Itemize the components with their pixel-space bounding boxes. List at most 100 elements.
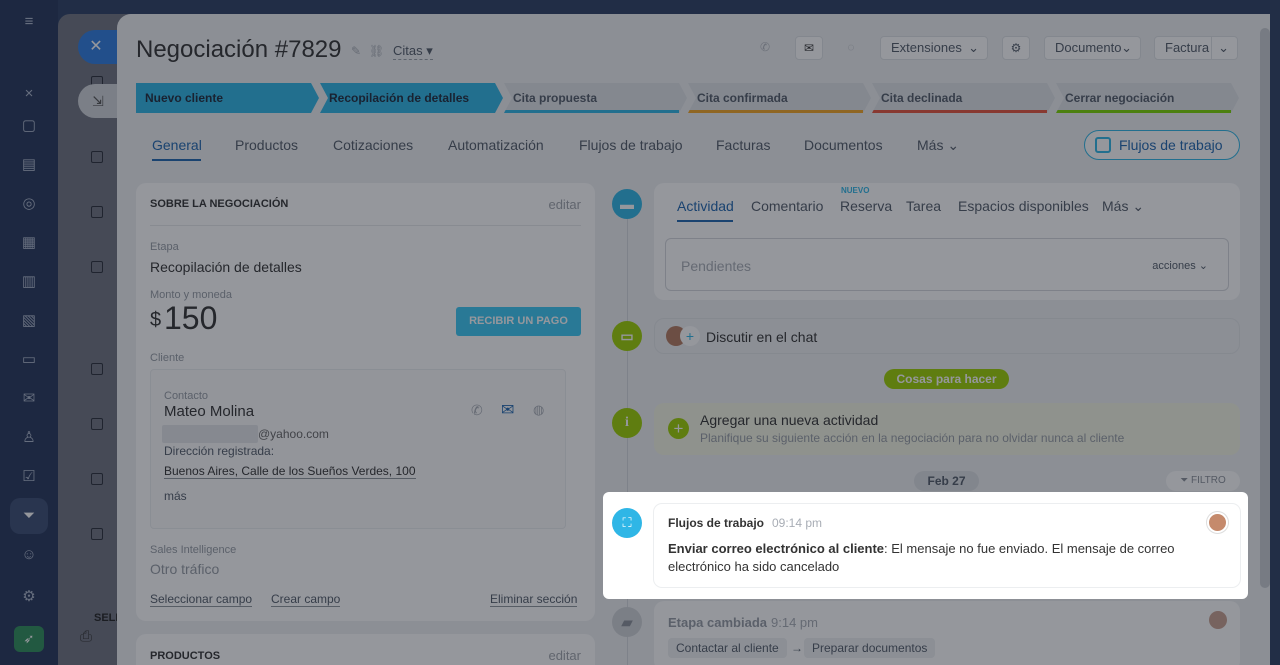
address-link[interactable]: Buenos Aires, Calle de los Sueños Verdes… [164, 464, 416, 479]
tab-cotizaciones[interactable]: Cotizaciones [333, 137, 413, 153]
extensions-button[interactable]: Extensiones ⌄ [880, 36, 988, 60]
stage-label: Cita declinada [881, 91, 963, 105]
chat-icon[interactable]: ◍ [533, 402, 544, 418]
add-activity-card[interactable]: + Agregar una nueva actividad Planifique… [654, 403, 1240, 455]
select-field-link[interactable]: Seleccionar campo [150, 592, 253, 607]
row-checkbox[interactable] [91, 151, 103, 163]
stage-label: Nuevo cliente [145, 91, 224, 105]
stage-recopilacion[interactable]: Recopilación de detalles [320, 83, 503, 113]
mail-icon[interactable]: ✉ [19, 389, 39, 409]
receive-payment-button[interactable]: RECIBIR UN PAGO [456, 307, 581, 336]
workflows-label: Flujos de trabajo [1119, 137, 1223, 153]
mail-icon[interactable]: ✉ [501, 400, 514, 420]
extensions-label: Extensiones [891, 40, 962, 55]
target-icon[interactable]: ◎ [19, 194, 39, 214]
contacts-icon[interactable]: ♙ [19, 428, 39, 448]
stage-label: Etapa [150, 241, 179, 253]
rocket-icon[interactable]: ➶ [14, 626, 44, 652]
edit-link[interactable]: editar [548, 197, 581, 212]
stage-cita-declinada[interactable]: Cita declinada [872, 83, 1055, 113]
close-icon[interactable]: × [19, 84, 39, 104]
close-slider-button[interactable]: ✕ [78, 30, 118, 64]
minimize-slider-button[interactable]: ⇲ [78, 84, 118, 118]
calendar-icon[interactable]: ▦ [19, 233, 39, 253]
mail-icon[interactable]: ✉ [795, 36, 823, 60]
contact-box: Contacto Mateo Molina ✆ ✉ ◍ @yahoo.com D… [150, 369, 566, 529]
contact-label: Contacto [164, 390, 209, 402]
edit-pencil-icon[interactable]: ✎ [351, 44, 361, 58]
chat-icon[interactable]: ▢ [19, 116, 39, 136]
highlight-frame: ⛶ Flujos de trabajo 09:14 pm Enviar corr… [603, 492, 1248, 599]
print-icon[interactable]: ⎙ [80, 628, 92, 645]
robot-icon[interactable]: ☺ [19, 545, 39, 565]
add-user-icon[interactable]: + [680, 326, 700, 346]
tab-more[interactable]: Más ⌄ [917, 137, 959, 154]
tab-facturas[interactable]: Facturas [716, 137, 770, 153]
active-tab-underline [152, 159, 201, 161]
tab-reserva[interactable]: Reserva [840, 198, 892, 214]
row-checkbox[interactable] [91, 528, 103, 540]
filter-button[interactable]: ⏷ FILTRO [1166, 471, 1240, 491]
link-icon[interactable]: ⛓ [369, 44, 384, 58]
tab-tarea[interactable]: Tarea [906, 198, 941, 214]
actions-dropdown[interactable]: acciones ⌄ [1152, 259, 1208, 272]
tab-comentario[interactable]: Comentario [751, 198, 823, 214]
category-selector[interactable]: Citas ▾ [393, 43, 433, 60]
tab-productos[interactable]: Productos [235, 137, 298, 153]
scrollbar[interactable] [1260, 28, 1270, 588]
edit-link[interactable]: editar [548, 648, 581, 663]
activity-icon: ▬ [612, 189, 642, 219]
feed-icon[interactable]: ▤ [19, 155, 39, 175]
tab-general[interactable]: General [152, 137, 202, 153]
tab-actividad[interactable]: Actividad [677, 198, 734, 214]
pending-input[interactable]: Pendientes acciones ⌄ [665, 238, 1229, 291]
more-link[interactable]: más [164, 489, 187, 503]
row-checkbox[interactable] [91, 363, 103, 375]
phone-icon[interactable]: ✆ [471, 402, 483, 419]
chat-bubble-icon: ▭ [612, 321, 642, 351]
chevron-down-icon: ⌄ [947, 137, 960, 153]
stage-cita-propuesta[interactable]: Cita propuesta [504, 83, 687, 113]
card-icon[interactable]: ▭ [19, 350, 39, 370]
stage-cita-confirmada[interactable]: Cita confirmada [688, 83, 871, 113]
phone-icon[interactable]: ✆ [751, 36, 779, 60]
contact-name[interactable]: Mateo Molina [164, 403, 254, 420]
crm-filter-icon[interactable]: ⏷ [19, 506, 39, 526]
invoice-button[interactable]: Factura ⌄ [1154, 36, 1238, 60]
chat-bubble-icon[interactable]: ◌ [837, 36, 865, 60]
new-badge: NUEVO [841, 186, 870, 195]
document-icon[interactable]: ▥ [19, 272, 39, 292]
email-domain[interactable]: @yahoo.com [258, 427, 329, 441]
row-checkbox[interactable] [91, 261, 103, 273]
tab-flujos[interactable]: Flujos de trabajo [579, 137, 683, 153]
row-checkbox[interactable] [91, 206, 103, 218]
tab-documentos[interactable]: Documentos [804, 137, 883, 153]
stage-cerrar-negociacion[interactable]: Cerrar negociación [1056, 83, 1239, 113]
row-checkbox[interactable] [91, 473, 103, 485]
date-pill: Feb 27 [914, 471, 979, 491]
board-icon[interactable]: ▧ [19, 311, 39, 331]
settings-icon[interactable]: ⚙ [19, 587, 39, 607]
menu-icon[interactable]: ≡ [19, 12, 39, 32]
tab-more[interactable]: Más ⌄ [1102, 198, 1144, 215]
invoice-label: Factura [1165, 40, 1210, 55]
create-field-link[interactable]: Crear campo [271, 592, 341, 607]
workflows-button[interactable]: Flujos de trabajo [1084, 130, 1240, 160]
stage-label: Recopilación de detalles [329, 91, 470, 105]
document-button[interactable]: Documento ⌄ [1044, 36, 1141, 60]
gear-icon[interactable]: ⚙ [1002, 36, 1030, 60]
stage-value[interactable]: Recopilación de detalles [150, 259, 302, 275]
chevron-down-icon: ⌄ [1211, 37, 1229, 59]
chat-row[interactable]: + Discutir en el chat [654, 318, 1240, 354]
si-value[interactable]: Otro tráfico [150, 561, 219, 577]
todo-pill: Cosas para hacer [884, 369, 1009, 389]
arrow-right-icon: → [791, 641, 803, 655]
stage-nuevo-cliente[interactable]: Nuevo cliente [136, 83, 319, 113]
tab-automatizacion[interactable]: Automatización [448, 137, 544, 153]
tab-espacios[interactable]: Espacios disponibles [958, 198, 1089, 214]
tab-more-label: Más [1102, 198, 1129, 214]
delete-section-link[interactable]: Eliminar sección [490, 592, 578, 607]
row-checkbox[interactable] [91, 418, 103, 430]
tasks-icon[interactable]: ☑ [19, 467, 39, 487]
amount-value[interactable]: 150 [164, 300, 217, 337]
